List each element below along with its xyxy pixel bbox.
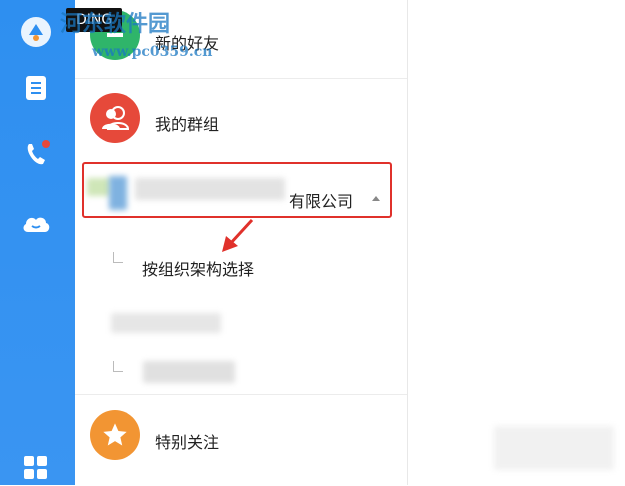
watermark-site: 河东软件园 xyxy=(60,11,171,37)
department-row[interactable] xyxy=(75,305,407,341)
highlight-box xyxy=(82,162,392,218)
cloud-icon[interactable] xyxy=(18,204,54,240)
department-row[interactable] xyxy=(75,355,407,391)
groups-avatar xyxy=(90,93,140,143)
tree-branch-icon xyxy=(113,252,123,263)
phone-icon[interactable] xyxy=(18,136,54,172)
org-select-label: 按组织架构选择 xyxy=(142,260,255,279)
app-logo-icon[interactable] xyxy=(18,14,54,50)
follow-avatar xyxy=(90,410,140,460)
tree-branch-icon xyxy=(113,361,123,372)
group-icon xyxy=(102,106,130,130)
watermark-url: www.pc0359.cn xyxy=(92,44,213,60)
my-groups-row[interactable]: 我的群组 xyxy=(75,79,407,157)
my-groups-label: 我的群组 xyxy=(155,115,220,134)
special-follow-label: 特别关注 xyxy=(155,433,220,452)
special-follow-row[interactable]: 特别关注 xyxy=(75,395,407,475)
sidebar xyxy=(0,0,75,485)
notebook-icon[interactable] xyxy=(18,70,54,106)
star-icon xyxy=(103,423,127,446)
blurred-area xyxy=(494,426,614,470)
annotation-arrow-icon xyxy=(222,218,254,252)
apps-grid-icon[interactable] xyxy=(18,450,54,486)
notification-badge xyxy=(42,140,50,148)
